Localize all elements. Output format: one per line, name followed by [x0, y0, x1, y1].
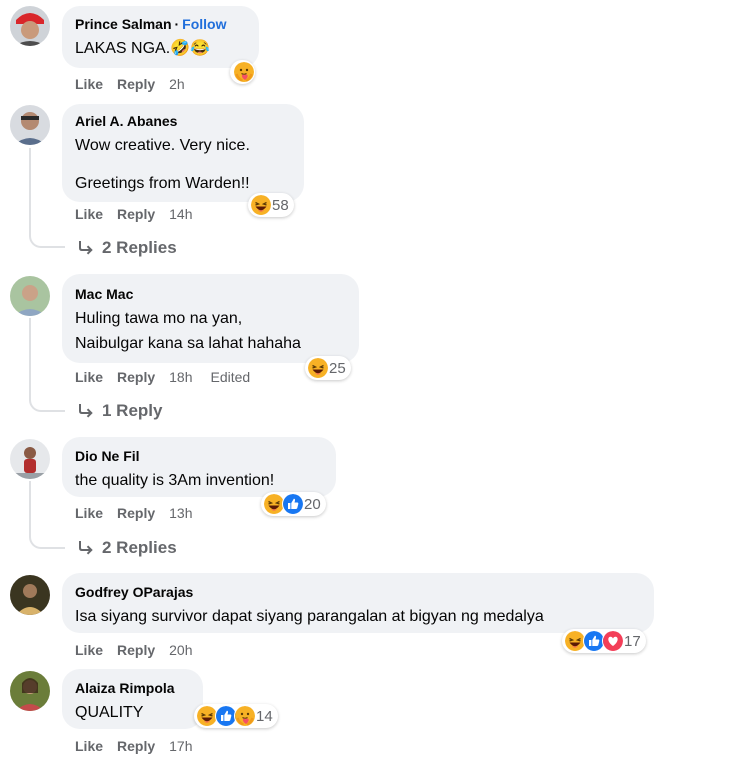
thread-line	[29, 148, 65, 248]
reaction-count: 14	[256, 707, 273, 725]
haha-icon	[307, 357, 329, 379]
commenter-name[interactable]: Dio Ne Fil	[75, 448, 140, 464]
reply-button[interactable]: Reply	[117, 369, 155, 385]
haha-icon	[250, 194, 272, 216]
reply-button[interactable]: Reply	[117, 642, 155, 658]
avatar-photo-icon	[10, 276, 50, 316]
avatar[interactable]	[10, 276, 50, 316]
reaction-summary[interactable]: 20	[261, 492, 326, 516]
like-button[interactable]: Like	[75, 738, 103, 754]
avatar-photo-icon	[10, 575, 50, 615]
reaction-summary[interactable]	[230, 60, 255, 84]
reply-arrow-icon	[79, 540, 93, 555]
care-icon	[234, 705, 256, 727]
avatar[interactable]	[10, 439, 50, 479]
avatar[interactable]	[10, 671, 50, 711]
reply-button[interactable]: Reply	[117, 505, 155, 521]
avatar[interactable]	[10, 6, 50, 46]
commenter-name[interactable]: Alaiza Rimpola	[75, 680, 175, 696]
timestamp[interactable]: 14h	[169, 206, 192, 222]
commenter-name[interactable]: Ariel A. Abanes	[75, 113, 177, 129]
reaction-count: 17	[624, 632, 641, 650]
commenter-name[interactable]: Godfrey OParajas	[75, 584, 193, 600]
comment-actions: Like Reply 20h	[75, 642, 211, 658]
replies-label[interactable]: 2 Replies	[102, 538, 177, 557]
view-replies-link[interactable]: 1 Reply	[78, 401, 162, 421]
care-icon	[233, 61, 255, 83]
replies-label[interactable]: 2 Replies	[102, 238, 177, 257]
comment-actions: Like Reply 17h	[75, 738, 211, 754]
comment-text: Huling tawa mo na yan,	[75, 310, 243, 327]
comment-actions: Like Reply 14h	[75, 206, 211, 222]
timestamp[interactable]: 2h	[169, 76, 185, 92]
view-replies-link[interactable]: 2 Replies	[78, 538, 177, 558]
love-icon	[602, 630, 624, 652]
thread-line	[29, 318, 65, 412]
reply-button[interactable]: Reply	[117, 206, 155, 222]
reply-arrow-icon	[79, 403, 93, 418]
avatar[interactable]	[10, 105, 50, 145]
like-button[interactable]: Like	[75, 76, 103, 92]
comment-text: Naibulgar kana sa lahat hahaha	[75, 335, 301, 352]
avatar-photo-icon	[10, 671, 50, 711]
commenter-name[interactable]: Mac Mac	[75, 286, 133, 302]
reply-button[interactable]: Reply	[117, 738, 155, 754]
comment-actions: Like Reply 2h	[75, 76, 203, 92]
reply-arrow-icon	[79, 240, 93, 255]
replies-label[interactable]: 1 Reply	[102, 401, 162, 420]
avatar-photo-icon	[10, 105, 50, 145]
comment-text: LAKAS NGA.🤣😂	[75, 40, 210, 57]
commenter-name-text[interactable]: Prince Salman	[75, 16, 172, 32]
reaction-summary[interactable]: 17	[562, 629, 646, 653]
commenter-name[interactable]: Prince Salman · Follow	[75, 16, 227, 32]
reaction-count: 20	[304, 495, 321, 513]
view-replies-link[interactable]: 2 Replies	[78, 238, 177, 258]
comment-text: Greetings from Warden!!	[75, 175, 250, 192]
avatar[interactable]	[10, 575, 50, 615]
timestamp[interactable]: 20h	[169, 642, 192, 658]
like-button[interactable]: Like	[75, 505, 103, 521]
follow-button[interactable]: Follow	[182, 16, 226, 32]
reaction-count: 25	[329, 359, 346, 377]
timestamp[interactable]: 17h	[169, 738, 192, 754]
timestamp[interactable]: 18h	[169, 369, 192, 385]
comment-text: Isa siyang survivor dapat siyang paranga…	[75, 608, 544, 625]
comment-actions: Like Reply 18h Edited	[75, 369, 250, 385]
comment-actions: Like Reply 13h	[75, 505, 211, 521]
name-separator: ·	[174, 16, 180, 32]
reaction-summary[interactable]: 14	[194, 704, 278, 728]
thread-line	[29, 481, 65, 549]
like-button[interactable]: Like	[75, 206, 103, 222]
reaction-summary[interactable]: 58	[248, 193, 294, 217]
like-button[interactable]: Like	[75, 642, 103, 658]
avatar-photo-icon	[10, 6, 50, 46]
avatar-photo-icon	[10, 439, 50, 479]
comment-text: Wow creative. Very nice.	[75, 137, 250, 154]
like-icon	[282, 493, 304, 515]
comment-text: QUALITY	[75, 704, 144, 721]
edited-label: Edited	[210, 369, 251, 385]
timestamp[interactable]: 13h	[169, 505, 192, 521]
reaction-count: 58	[272, 196, 289, 214]
reaction-summary[interactable]: 25	[305, 356, 351, 380]
reply-button[interactable]: Reply	[117, 76, 155, 92]
comment-text: the quality is 3Am invention!	[75, 472, 275, 489]
like-button[interactable]: Like	[75, 369, 103, 385]
